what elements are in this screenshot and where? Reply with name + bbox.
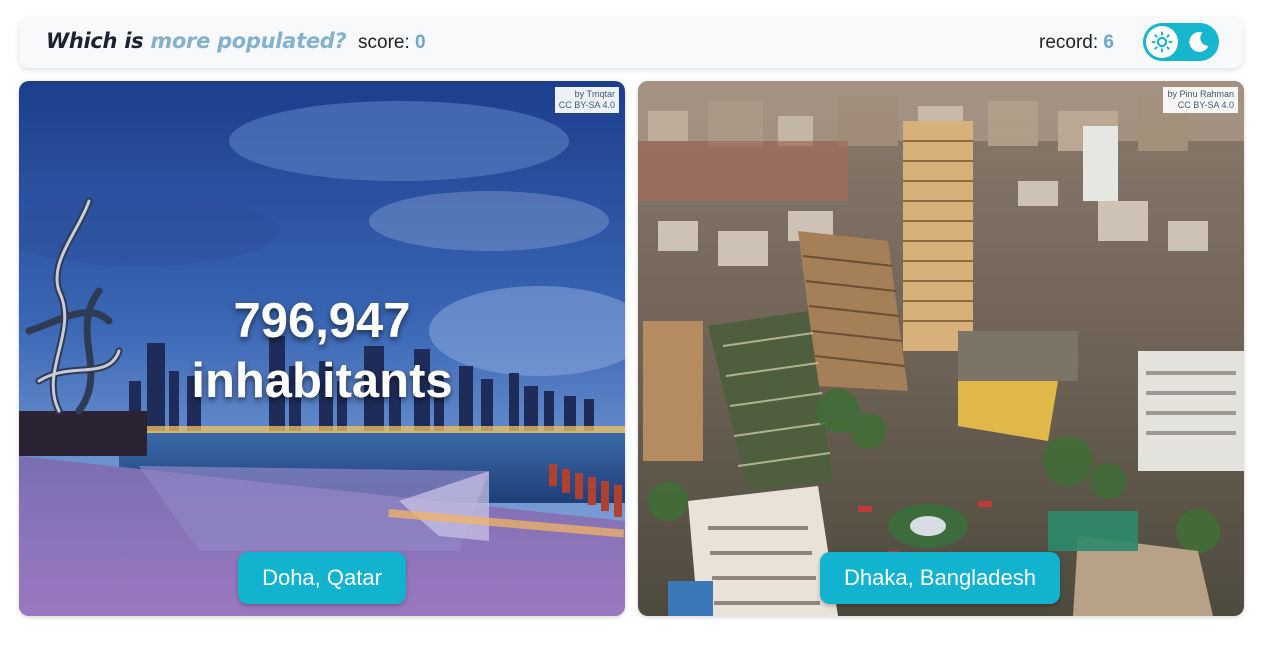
population-display: 796,947 inhabitants — [19, 291, 625, 411]
game-title: Which is more populated? — [46, 29, 347, 53]
credit-license[interactable]: CC BY-SA 4.0 — [1167, 100, 1234, 111]
city-name-button[interactable]: Dhaka, Bangladesh — [820, 552, 1060, 604]
sun-icon — [1151, 31, 1173, 53]
record-display: record: 6 — [1039, 32, 1114, 54]
score-value: 0 — [415, 32, 426, 53]
city-card-left[interactable]: by Tmqtar CC BY-SA 4.0 796,947 inhabitan… — [19, 81, 625, 616]
credit-author[interactable]: by Tmqtar — [559, 89, 615, 100]
city-card-right[interactable]: by Pinu Rahman CC BY-SA 4.0 Dhaka, Bangl… — [638, 81, 1244, 616]
moon-icon[interactable] — [1187, 30, 1211, 54]
photo-credit[interactable]: by Tmqtar CC BY-SA 4.0 — [554, 87, 619, 113]
record-value: 6 — [1103, 32, 1114, 53]
theme-toggle[interactable] — [1143, 23, 1219, 61]
city-name-button[interactable]: Doha, Qatar — [238, 552, 406, 604]
population-unit: inhabitants — [191, 354, 453, 408]
photo-credit[interactable]: by Pinu Rahman CC BY-SA 4.0 — [1163, 87, 1238, 113]
title-prefix: Which is — [46, 29, 151, 53]
credit-license[interactable]: CC BY-SA 4.0 — [559, 100, 615, 111]
score-display: score: 0 — [358, 32, 426, 54]
top-bar: Which is more populated? score: 0 record… — [19, 17, 1243, 68]
credit-author[interactable]: by Pinu Rahman — [1167, 89, 1234, 100]
toggle-knob[interactable] — [1146, 26, 1178, 58]
record-label: record: — [1039, 32, 1104, 53]
population-value: 796,947 — [233, 294, 411, 348]
score-label: score: — [358, 32, 416, 53]
city-photo-dhaka — [638, 81, 1244, 616]
title-question: more populated? — [150, 29, 347, 53]
